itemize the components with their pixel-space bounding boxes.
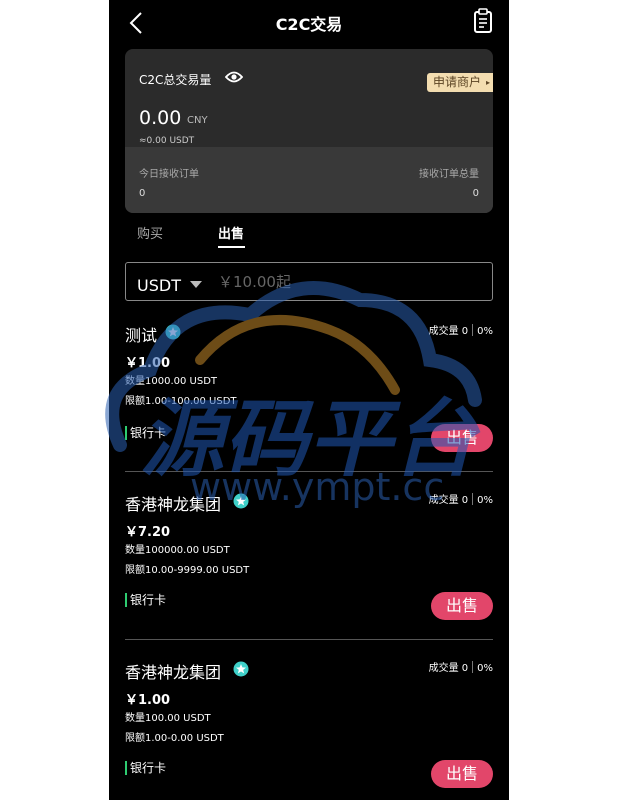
seller-name: 测试 [125, 326, 158, 345]
trade-stats: 成交量 0 0% [429, 491, 493, 506]
tab-sell[interactable]: 出售 [218, 223, 244, 242]
listing-item: 测试 成交量 0 0% ￥1.00 数量1000.00 USDT 限额1.00-1… [125, 322, 493, 482]
sell-button[interactable]: 出售 [431, 592, 493, 620]
price: ￥1.00 [125, 356, 171, 371]
completion-rate: 0% [477, 326, 493, 337]
verified-badge-icon [233, 661, 249, 677]
total-volume-label: C2C总交易量 [139, 73, 212, 87]
seller-name: 香港神龙集团 [125, 495, 222, 514]
divider [125, 639, 493, 640]
payment-method: 银行卡 [125, 593, 166, 607]
price: ￥1.00 [125, 693, 171, 708]
eye-icon[interactable] [225, 70, 243, 84]
quantity: 数量100.00 USDT [125, 713, 211, 724]
tab-buy[interactable]: 购买 [137, 223, 163, 242]
caret-down-icon[interactable] [190, 281, 202, 288]
completion-rate: 0% [477, 495, 493, 506]
quantity: 数量100000.00 USDT [125, 545, 230, 556]
amount-currency: CNY [187, 115, 208, 126]
card-stats-area [125, 147, 493, 213]
sell-button[interactable]: 出售 [431, 424, 493, 452]
limit: 限额1.00-0.00 USDT [125, 733, 224, 744]
trade-stats: 成交量 0 0% [429, 322, 493, 337]
sell-button[interactable]: 出售 [431, 760, 493, 788]
clipboard-icon[interactable] [471, 8, 495, 34]
today-orders-label: 今日接收订单 [139, 169, 199, 180]
quantity: 数量1000.00 USDT [125, 376, 218, 387]
coin-select[interactable]: USDT [137, 276, 181, 295]
payment-method: 银行卡 [125, 426, 166, 440]
page-title: C2C交易 [275, 15, 343, 34]
limit: 限额1.00-100.00 USDT [125, 396, 237, 407]
trade-volume: 成交量 0 [428, 663, 469, 674]
today-orders-value: 0 [139, 188, 146, 199]
amount-approx: ≈0.00 USDT [139, 136, 195, 146]
header: C2C交易 [109, 0, 509, 44]
seller-name: 香港神龙集团 [125, 663, 222, 682]
verified-badge-icon [165, 324, 181, 340]
apply-merchant-button[interactable]: 申请商户 ▸ [426, 73, 493, 92]
filter-bar: USDT [125, 262, 493, 301]
total-orders-label: 接收订单总量 [419, 169, 479, 180]
amount-input[interactable] [218, 271, 418, 293]
limit: 限额10.00-9999.00 USDT [125, 565, 250, 576]
active-tab-indicator [218, 246, 245, 248]
trade-volume: 成交量 0 [428, 326, 469, 337]
total-amount: 0.00 [139, 107, 182, 129]
divider [125, 471, 493, 472]
total-orders-value: 0 [472, 188, 479, 199]
listing-item: 香港神龙集团 成交量 0 0% ￥7.20 数量100000.00 USDT 限额… [125, 491, 493, 651]
chevron-right-icon: ▸ [485, 78, 490, 87]
trade-volume: 成交量 0 [428, 495, 469, 506]
trade-stats: 成交量 0 0% [429, 659, 493, 674]
payment-method: 银行卡 [125, 761, 166, 775]
phone-screen: C2C交易 C2C总交易量 申请商户 ▸ 0.00 CNY ≈0.00 USDT… [109, 0, 509, 800]
apply-merchant-label: 申请商户 [432, 75, 481, 89]
price: ￥7.20 [125, 525, 171, 540]
completion-rate: 0% [477, 663, 493, 674]
listing-item: 香港神龙集团 成交量 0 0% ￥1.00 数量100.00 USDT 限额1.0… [125, 659, 493, 800]
verified-badge-icon [233, 493, 249, 509]
summary-card: C2C总交易量 申请商户 ▸ 0.00 CNY ≈0.00 USDT 今日接收订… [125, 49, 493, 213]
